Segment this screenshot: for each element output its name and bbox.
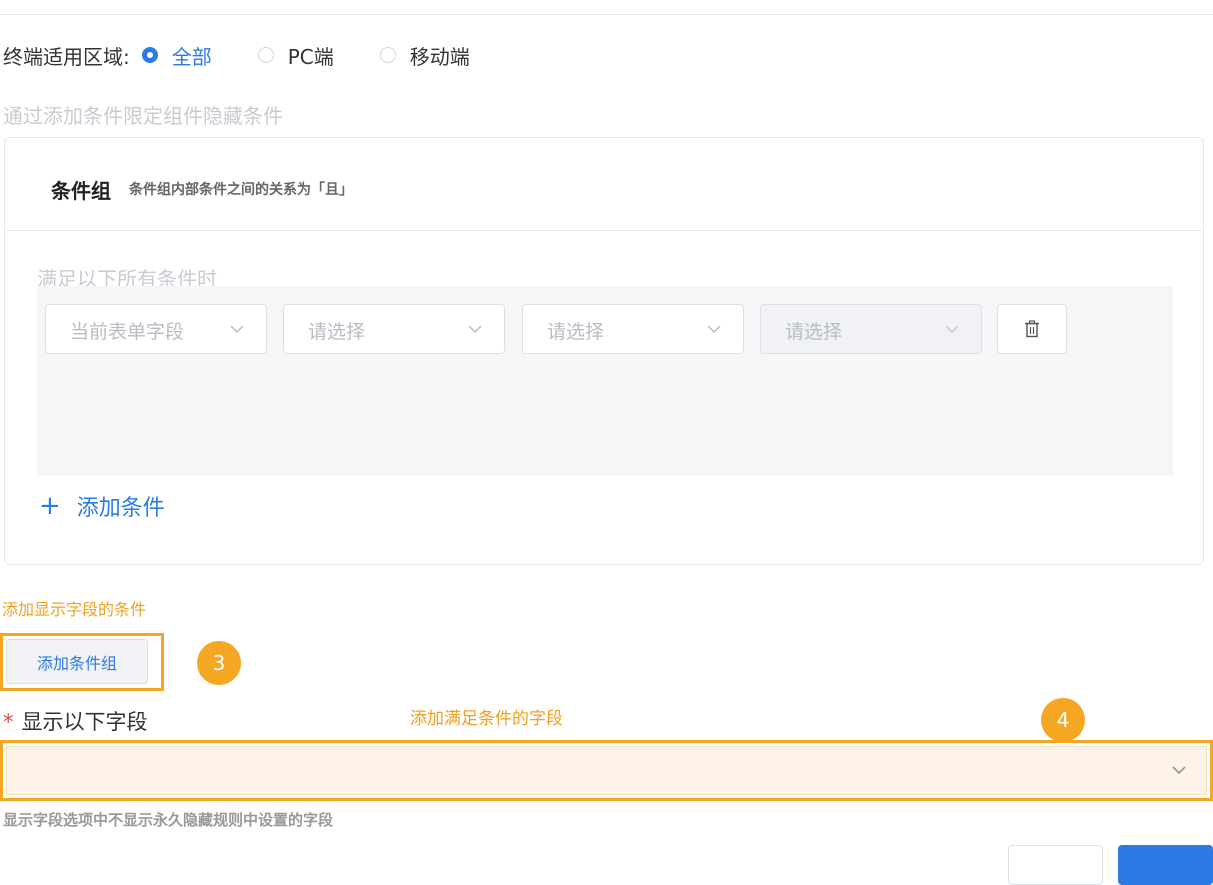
- radio-mobile-label[interactable]: 移动端: [410, 41, 470, 70]
- terminal-region-row: 终端适用区域: 全部 PC端 移动端: [3, 40, 516, 70]
- chevron-down-icon: [468, 325, 482, 334]
- terminal-region-label: 终端适用区域:: [3, 44, 130, 69]
- annotation-add-matching-fields: 添加满足条件的字段: [410, 709, 563, 729]
- display-fields-label: * 显示以下字段: [3, 706, 148, 736]
- condition-group-description: 条件组内部条件之间的关系为「且」: [129, 182, 353, 198]
- display-fields-label-text: 显示以下字段: [21, 710, 148, 734]
- confirm-button[interactable]: [1118, 845, 1213, 885]
- form-field-select[interactable]: 当前表单字段: [45, 304, 267, 354]
- form-field-select-text: 当前表单字段: [70, 321, 185, 343]
- radio-pc[interactable]: PC端: [257, 41, 334, 70]
- radio-mobile-circle[interactable]: [379, 47, 396, 63]
- top-divider: [0, 14, 1213, 15]
- value-type-select[interactable]: 请选择: [522, 304, 744, 354]
- step-badge-4: 4: [1041, 698, 1085, 742]
- trash-icon: [1025, 320, 1039, 338]
- value-type-select-text: 请选择: [547, 321, 605, 343]
- value-select[interactable]: 请选择: [760, 304, 982, 354]
- hide-condition-hint: 通过添加条件限定组件隐藏条件: [3, 104, 283, 128]
- delete-condition-button[interactable]: [997, 304, 1067, 354]
- cancel-button[interactable]: [1008, 845, 1103, 885]
- plus-icon: +: [39, 491, 61, 521]
- chevron-down-icon: [707, 325, 721, 334]
- radio-all-circle[interactable]: [141, 47, 158, 63]
- step-badge-3: 3: [197, 641, 241, 685]
- value-select-text: 请选择: [785, 321, 843, 343]
- radio-mobile[interactable]: 移动端: [379, 41, 470, 70]
- chevron-down-icon: [945, 325, 959, 334]
- add-condition-label: 添加条件: [76, 496, 165, 521]
- add-condition-group-button[interactable]: 添加条件组: [6, 639, 148, 684]
- radio-pc-label[interactable]: PC端: [288, 41, 334, 70]
- condition-group-title: 条件组: [51, 179, 111, 203]
- condition-group-header: 条件组 条件组内部条件之间的关系为「且」: [5, 138, 1203, 231]
- add-condition-button[interactable]: + 添加条件: [39, 490, 165, 522]
- display-fields-note: 显示字段选项中不显示永久隐藏规则中设置的字段: [3, 811, 334, 829]
- display-fields-select[interactable]: [6, 746, 1207, 795]
- radio-all-label[interactable]: 全部: [172, 41, 212, 70]
- required-mark: *: [3, 710, 14, 734]
- radio-pc-circle[interactable]: [257, 47, 274, 63]
- chevron-down-icon: [230, 325, 244, 334]
- radio-all[interactable]: 全部: [141, 41, 212, 70]
- display-fields-highlight: [0, 740, 1213, 801]
- operator-select[interactable]: 请选择: [283, 304, 505, 354]
- operator-select-text: 请选择: [308, 321, 366, 343]
- condition-group-panel: 条件组 条件组内部条件之间的关系为「且」 满足以下所有条件时 当前表单字段 请选…: [4, 137, 1204, 565]
- add-group-highlight: 添加条件组: [0, 633, 164, 691]
- chevron-down-icon: [1172, 766, 1186, 775]
- annotation-add-display-condition: 添加显示字段的条件: [2, 600, 147, 619]
